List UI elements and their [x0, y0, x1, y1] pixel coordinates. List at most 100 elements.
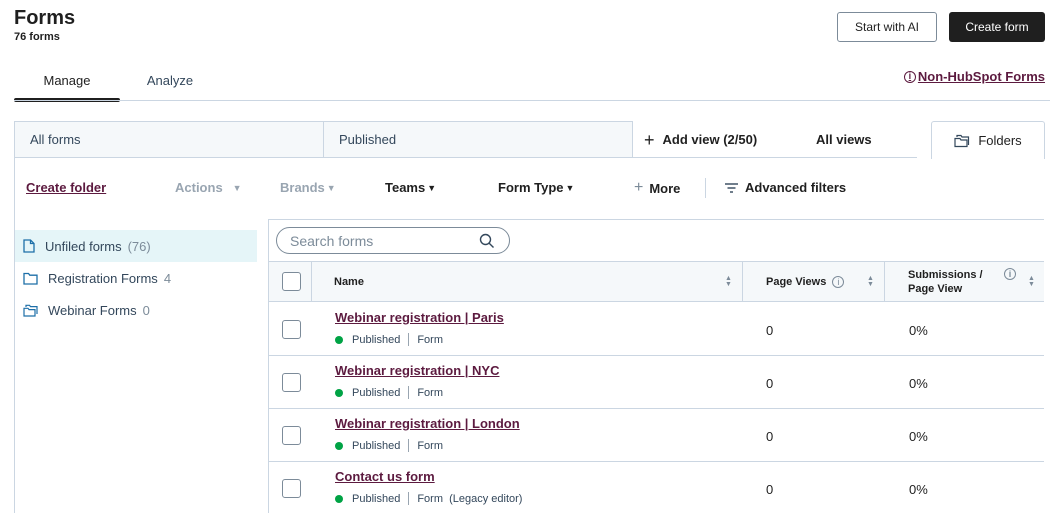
info-icon[interactable]: i — [832, 276, 845, 288]
submission-rate-value: 0% — [909, 482, 928, 497]
sort-icon[interactable]: ▲ ▼ — [725, 275, 732, 288]
chevron-down-icon: ▼ — [565, 182, 575, 193]
folder-count: 4 — [163, 270, 172, 286]
form-name-link[interactable]: Webinar registration | London — [335, 416, 520, 431]
form-name-link[interactable]: Webinar registration | NYC — [335, 363, 499, 378]
page-title: Forms — [14, 7, 76, 29]
all-views-button[interactable]: All views — [816, 121, 872, 158]
status-dot — [335, 388, 343, 397]
submission-rate-value: 0% — [909, 429, 928, 444]
view-bar: All forms Published + Add view (2/50) Al… — [14, 121, 1045, 159]
create-form-button[interactable]: Create form — [949, 12, 1045, 42]
actions-dropdown[interactable]: Actions ▼ — [175, 180, 242, 195]
form-name-link[interactable]: Contact us form — [335, 469, 435, 484]
brands-label: Brands — [280, 180, 325, 195]
add-view-button[interactable]: + Add view (2/50) — [644, 121, 757, 158]
select-all-checkbox[interactable] — [282, 272, 301, 291]
non-hubspot-forms-link[interactable]: i Non-HubSpot Forms — [903, 69, 1045, 84]
form-meta: Published Form — [335, 333, 443, 346]
advanced-filters-label: Advanced filters — [745, 180, 847, 195]
status-dot — [335, 441, 343, 450]
advanced-filters-button[interactable]: Advanced filters — [724, 180, 846, 195]
submissions-label: Submissions / — [908, 269, 983, 281]
plus-icon: + — [644, 129, 655, 150]
table-header: Name ▲ ▼ Page Views i ▲ ▼ Submissions / Pa… — [269, 261, 1044, 302]
actions-label: Actions — [175, 180, 223, 195]
folders-tab[interactable]: Folders — [931, 121, 1045, 159]
page-views-value: 0 — [766, 323, 774, 338]
create-folder-link[interactable]: Create folder — [26, 180, 106, 195]
info-icon: i — [903, 70, 916, 83]
submissions-column-header[interactable]: Submissions / Page View — [908, 262, 983, 302]
filter-divider — [705, 178, 706, 198]
more-filters-button[interactable]: + More — [634, 180, 680, 196]
tabs-divider — [14, 100, 1050, 101]
meta-divider — [408, 439, 410, 452]
page-views-value: 0 — [766, 376, 774, 391]
filter-icon — [725, 182, 738, 193]
start-with-ai-button[interactable]: Start with AI — [837, 12, 937, 42]
folder-item-registration[interactable]: Registration Forms 4 — [15, 262, 257, 294]
non-hubspot-forms-label: Non-HubSpot Forms — [917, 69, 1045, 84]
table-row: Webinar registration | NYC Published For… — [269, 356, 1044, 409]
form-type: Form — [417, 439, 443, 452]
row-checkbox[interactable] — [282, 320, 301, 339]
row-checkbox[interactable] — [282, 479, 301, 498]
name-column-header[interactable]: Name — [334, 262, 364, 302]
view-tab-published[interactable]: Published — [323, 121, 633, 158]
search-placeholder: Search forms — [290, 232, 374, 249]
submission-rate-value: 0% — [909, 323, 928, 338]
page-views-value: 0 — [766, 429, 774, 444]
tab-manage[interactable]: Manage — [14, 60, 120, 102]
page-views-column-header[interactable]: Page Views i — [766, 262, 845, 302]
form-type: Form — [417, 386, 443, 399]
status-label: Published — [352, 492, 401, 505]
column-divider — [742, 262, 743, 302]
folders-icon — [954, 134, 970, 147]
folder-item-webinar[interactable]: Webinar Forms 0 — [15, 294, 257, 326]
file-icon — [23, 239, 35, 253]
submissions-label-line2: Page View — [908, 283, 963, 295]
table-row: Webinar registration | Paris Published F… — [269, 303, 1044, 356]
status-label: Published — [352, 386, 401, 399]
folder-count: (76) — [127, 238, 151, 254]
table-row: Webinar registration | London Published … — [269, 409, 1044, 462]
meta-divider — [408, 333, 410, 346]
submission-rate-value: 0% — [909, 376, 928, 391]
chevron-down-icon: ▼ — [232, 182, 242, 193]
folder-name: Unfiled forms — [45, 238, 122, 254]
folder-item-unfiled[interactable]: Unfiled forms (76) — [15, 230, 257, 262]
page-views-label: Page Views — [766, 276, 827, 288]
page-views-value: 0 — [766, 482, 774, 497]
form-meta: Published Form (Legacy editor) — [335, 492, 522, 505]
view-tab-all-forms[interactable]: All forms — [14, 121, 324, 158]
folder-name: Registration Forms — [48, 270, 158, 286]
sort-icon[interactable]: ▲ ▼ — [867, 275, 874, 288]
form-name-link[interactable]: Webinar registration | Paris — [335, 310, 504, 325]
forms-count: 76 forms — [14, 31, 60, 43]
folder-name: Webinar Forms — [48, 302, 137, 318]
row-checkbox[interactable] — [282, 373, 301, 392]
status-label: Published — [352, 333, 401, 346]
search-icon — [479, 233, 494, 248]
sort-icon[interactable]: ▲ ▼ — [1028, 275, 1035, 288]
search-input[interactable]: Search forms — [276, 227, 510, 254]
form-meta: Published Form — [335, 386, 443, 399]
info-icon[interactable]: i — [1004, 268, 1016, 280]
row-checkbox[interactable] — [282, 426, 301, 445]
tab-analyze[interactable]: Analyze — [120, 60, 220, 100]
form-type-dropdown[interactable]: Form Type ▼ — [498, 180, 574, 195]
folders-label: Folders — [978, 133, 1022, 148]
chevron-down-icon: ▼ — [427, 182, 437, 193]
more-label: More — [649, 180, 681, 196]
meta-divider — [408, 386, 410, 399]
teams-dropdown[interactable]: Teams ▼ — [385, 180, 436, 195]
status-label: Published — [352, 439, 401, 452]
plus-icon: + — [634, 179, 644, 196]
status-dot — [335, 335, 343, 344]
chevron-down-icon: ▼ — [326, 182, 336, 193]
column-divider — [311, 262, 312, 302]
form-type: Form (Legacy editor) — [417, 492, 523, 505]
brands-dropdown[interactable]: Brands ▼ — [280, 180, 336, 195]
add-view-label: Add view (2/50) — [662, 132, 758, 147]
